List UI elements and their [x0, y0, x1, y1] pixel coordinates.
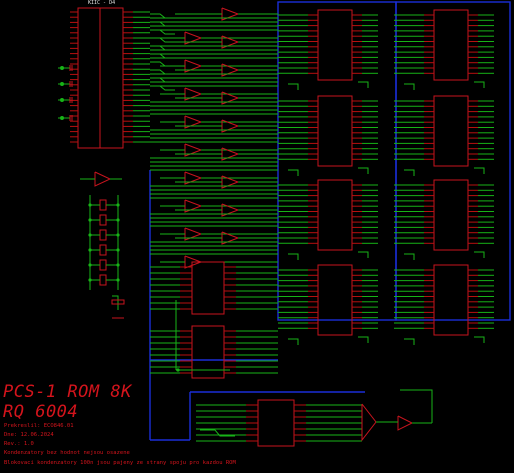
resistor [99, 214, 107, 226]
rom-ground-wire [358, 81, 369, 88]
resistor [99, 199, 107, 211]
signal-wire [150, 45, 175, 51]
cap-pad [60, 82, 64, 86]
schematic-canvas: KIIC - D4 PCS-1 ROM 8K RQ 6004 Prekresli… [0, 0, 514, 473]
or-gate [361, 403, 377, 442]
rom-chip [317, 9, 353, 81]
address-bus-frame-right [395, 1, 511, 321]
rom-select-wire [288, 253, 299, 260]
cap-pad [60, 116, 64, 120]
rom-select-wire [404, 338, 415, 345]
rom-chip [433, 264, 469, 336]
resistor [99, 229, 107, 241]
rom-select-wire [288, 83, 299, 90]
signal-wire [150, 85, 175, 91]
note-capacitors: Kondenzatory bez hodnot nejsou osazene [4, 450, 130, 456]
signal-wire [150, 37, 175, 43]
rom-select-wire [404, 83, 415, 90]
rom-select-wire [288, 338, 299, 345]
signal-wire [150, 69, 175, 75]
resistor [99, 274, 107, 286]
rom-chip [433, 179, 469, 251]
signal-wire [150, 21, 175, 27]
rom-ground-wire [474, 251, 485, 258]
rom-chip [433, 9, 469, 81]
feedback-wire [400, 389, 433, 423]
rom-select-wire [404, 253, 415, 260]
resistor [99, 259, 107, 271]
note-date: Dne: 12.06.2024 [4, 432, 54, 438]
rom-chip [317, 95, 353, 167]
rom-ground-wire [474, 81, 485, 88]
rom-chip [317, 179, 353, 251]
decoder-chip [191, 261, 225, 315]
cap-pad [60, 66, 64, 70]
cap-pad [60, 98, 64, 102]
rom-select-wire [288, 169, 299, 176]
resistor [99, 244, 107, 256]
output-buffer [397, 415, 414, 431]
schmitt-buffer [94, 171, 112, 187]
signal-wire [150, 29, 175, 35]
board-title: PCS-1 ROM 8K [3, 382, 132, 402]
rom-ground-wire [474, 167, 485, 174]
note-redrawn-by: Prekreslil: ECO846.01 [4, 423, 74, 429]
latch-chip [257, 399, 295, 447]
ground-wire [112, 295, 119, 310]
rom-chip [317, 264, 353, 336]
signal-wire [150, 53, 175, 59]
rom-select-wire [404, 169, 415, 176]
note-bypass-capacitors: Blokovaci kondenzatory 100n jsou pajeny … [4, 460, 236, 466]
rom-ground-wire [358, 336, 369, 343]
rom-ground-wire [358, 251, 369, 258]
board-part-number: RQ 6004 [3, 402, 79, 422]
rom-chip [433, 95, 469, 167]
signal-wire [150, 61, 175, 67]
rom-ground-wire [474, 336, 485, 343]
rom-ground-wire [358, 167, 369, 174]
note-revision: Rev.: 1.0 [4, 441, 34, 447]
signal-wire [150, 77, 175, 83]
signal-wire [150, 13, 175, 19]
address-bus-frame-left [277, 1, 397, 321]
